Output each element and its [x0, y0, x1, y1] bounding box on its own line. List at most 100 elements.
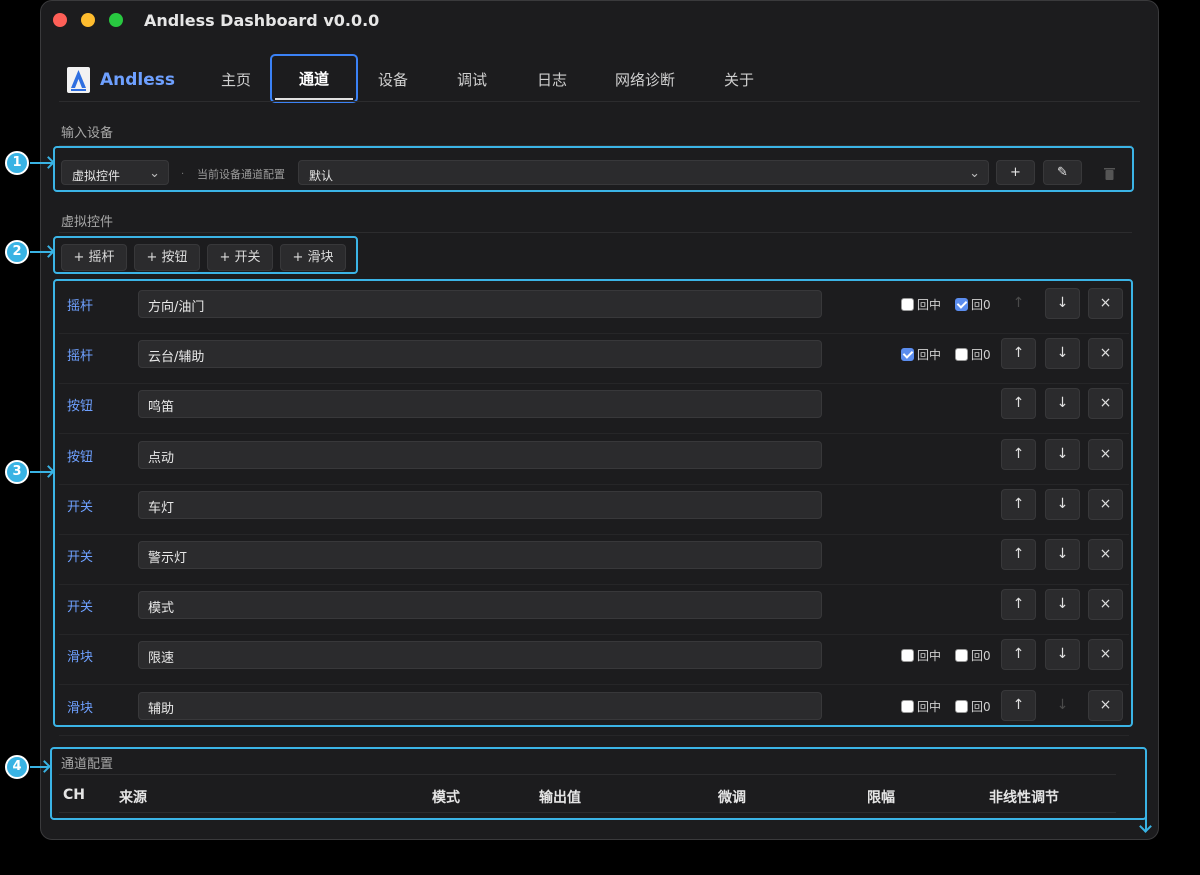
move-up-button[interactable]: ↑: [1001, 438, 1036, 470]
return-zero-label: 回0: [971, 699, 991, 714]
move-down-button[interactable]: ↓: [1045, 589, 1080, 621]
move-down-button[interactable]: ↓: [1045, 438, 1080, 470]
control-row: 开关 警示灯 ↑ ↓ ×: [59, 534, 1129, 585]
return-center-label: 回中: [917, 348, 942, 363]
control-row: 开关 模式 ↑ ↓ ×: [59, 584, 1129, 636]
device-select-value: 虚拟控件: [72, 169, 121, 183]
control-name-input[interactable]: 云台/辅助: [138, 340, 822, 369]
control-name-input[interactable]: 模式: [138, 591, 822, 620]
control-type-label: 开关: [67, 499, 94, 515]
move-down-button[interactable]: ↓: [1045, 388, 1080, 420]
remove-control-button[interactable]: ×: [1088, 689, 1123, 721]
config-select-value: 默认: [309, 169, 334, 183]
checkbox-icon: [955, 348, 968, 362]
remove-control-button[interactable]: ×: [1088, 388, 1123, 420]
move-down-button[interactable]: ↓: [1045, 639, 1080, 671]
control-type-label: 开关: [67, 550, 94, 565]
arrow-right-icon: [30, 162, 52, 164]
return-zero-checkbox[interactable]: 回0: [955, 346, 991, 363]
tab-channels[interactable]: 通道: [270, 54, 358, 103]
annotation-badge-4: 4: [5, 755, 29, 779]
column-header-nonlinear: 非线性调节: [989, 790, 1059, 806]
move-up-button[interactable]: ↑: [1001, 288, 1036, 319]
control-name-input[interactable]: 车灯: [138, 490, 822, 519]
move-up-button[interactable]: ↑: [1001, 338, 1036, 370]
annotation-badge-1: 1: [5, 151, 29, 175]
move-up-button[interactable]: ↑: [1001, 639, 1036, 671]
checkbox-icon: [955, 298, 968, 311]
move-up-button[interactable]: ↑: [1001, 689, 1036, 721]
channel-config-select[interactable]: 默认 ⌄: [298, 160, 989, 185]
trash-icon: [1104, 168, 1115, 180]
minimize-window-button[interactable]: [81, 13, 95, 27]
move-up-button[interactable]: ↑: [1001, 589, 1036, 621]
control-name-input[interactable]: 方向/油门: [138, 290, 822, 318]
return-zero-label: 回0: [971, 298, 991, 312]
return-zero-label: 回0: [971, 348, 991, 363]
return-center-checkbox[interactable]: 回中: [901, 346, 941, 363]
virtual-controls-heading: 虚拟控件: [61, 215, 114, 230]
add-button-button[interactable]: + 按钮: [134, 244, 200, 271]
close-window-button[interactable]: [53, 13, 67, 27]
control-name-input[interactable]: 鸣笛: [138, 390, 822, 419]
move-down-button[interactable]: ↓: [1045, 488, 1080, 520]
add-config-button[interactable]: +: [996, 160, 1035, 185]
move-up-button[interactable]: ↑: [1001, 388, 1036, 420]
column-header-trim: 微调: [718, 790, 746, 806]
move-down-button[interactable]: ↓: [1045, 539, 1080, 570]
column-header-ch: CH: [63, 787, 85, 803]
remove-control-button[interactable]: ×: [1088, 639, 1123, 671]
separator-dot: ·: [181, 169, 185, 180]
chevron-down-icon: ⌄: [969, 166, 980, 181]
move-down-button[interactable]: ↓: [1045, 690, 1080, 721]
delete-config-button[interactable]: [1090, 160, 1129, 185]
control-name-input[interactable]: 点动: [138, 440, 822, 469]
control-name-input[interactable]: 辅助: [138, 691, 822, 720]
tab-devices[interactable]: 设备: [378, 69, 408, 90]
active-tab-indicator: [275, 98, 353, 100]
tab-debug[interactable]: 调试: [457, 69, 487, 90]
edit-config-button[interactable]: ✎: [1043, 160, 1082, 185]
return-zero-checkbox[interactable]: 回0: [955, 647, 991, 664]
column-header-mode: 模式: [432, 790, 460, 806]
move-up-button[interactable]: ↑: [1001, 539, 1036, 570]
return-center-label: 回中: [917, 649, 942, 664]
remove-control-button[interactable]: ×: [1088, 338, 1123, 370]
remove-control-button[interactable]: ×: [1088, 589, 1123, 621]
return-center-checkbox[interactable]: 回中: [901, 647, 941, 664]
nav-divider: [59, 101, 1140, 102]
checkbox-icon: [901, 298, 914, 311]
zoom-window-button[interactable]: [109, 13, 123, 27]
add-switch-button[interactable]: + 开关: [207, 244, 273, 271]
move-up-button[interactable]: ↑: [1001, 488, 1036, 520]
brand-name: Andless: [100, 70, 176, 90]
return-zero-checkbox[interactable]: 回0: [955, 698, 991, 715]
control-type-label: 滑块: [67, 650, 94, 666]
return-center-checkbox[interactable]: 回中: [901, 296, 941, 313]
column-header-limit: 限幅: [867, 790, 895, 806]
move-down-button[interactable]: ↓: [1045, 338, 1080, 370]
tab-logs[interactable]: 日志: [537, 69, 567, 90]
remove-control-button[interactable]: ×: [1088, 539, 1123, 570]
return-center-checkbox[interactable]: 回中: [901, 698, 941, 715]
arrow-right-icon: [30, 766, 48, 768]
checkbox-icon: [901, 649, 914, 663]
control-name-input[interactable]: 警示灯: [138, 541, 822, 569]
control-row: 摇杆 方向/油门 回中 回0 ↑ ↓ ×: [59, 283, 1129, 334]
divider: [59, 232, 1132, 233]
column-header-source: 来源: [119, 790, 147, 806]
device-select[interactable]: 虚拟控件 ⌄: [61, 160, 169, 185]
divider: [59, 774, 1116, 775]
checkbox-icon: [901, 699, 914, 713]
remove-control-button[interactable]: ×: [1088, 438, 1123, 470]
tab-home[interactable]: 主页: [221, 69, 251, 90]
remove-control-button[interactable]: ×: [1088, 488, 1123, 520]
add-slider-button[interactable]: + 滑块: [280, 244, 346, 271]
add-joystick-button[interactable]: + 摇杆: [61, 244, 127, 271]
tab-about[interactable]: 关于: [724, 69, 754, 90]
control-name-input[interactable]: 限速: [138, 641, 822, 670]
return-zero-checkbox[interactable]: 回0: [955, 296, 991, 313]
remove-control-button[interactable]: ×: [1088, 288, 1123, 319]
tab-network-diagnostics[interactable]: 网络诊断: [615, 69, 675, 90]
move-down-button[interactable]: ↓: [1045, 288, 1080, 319]
